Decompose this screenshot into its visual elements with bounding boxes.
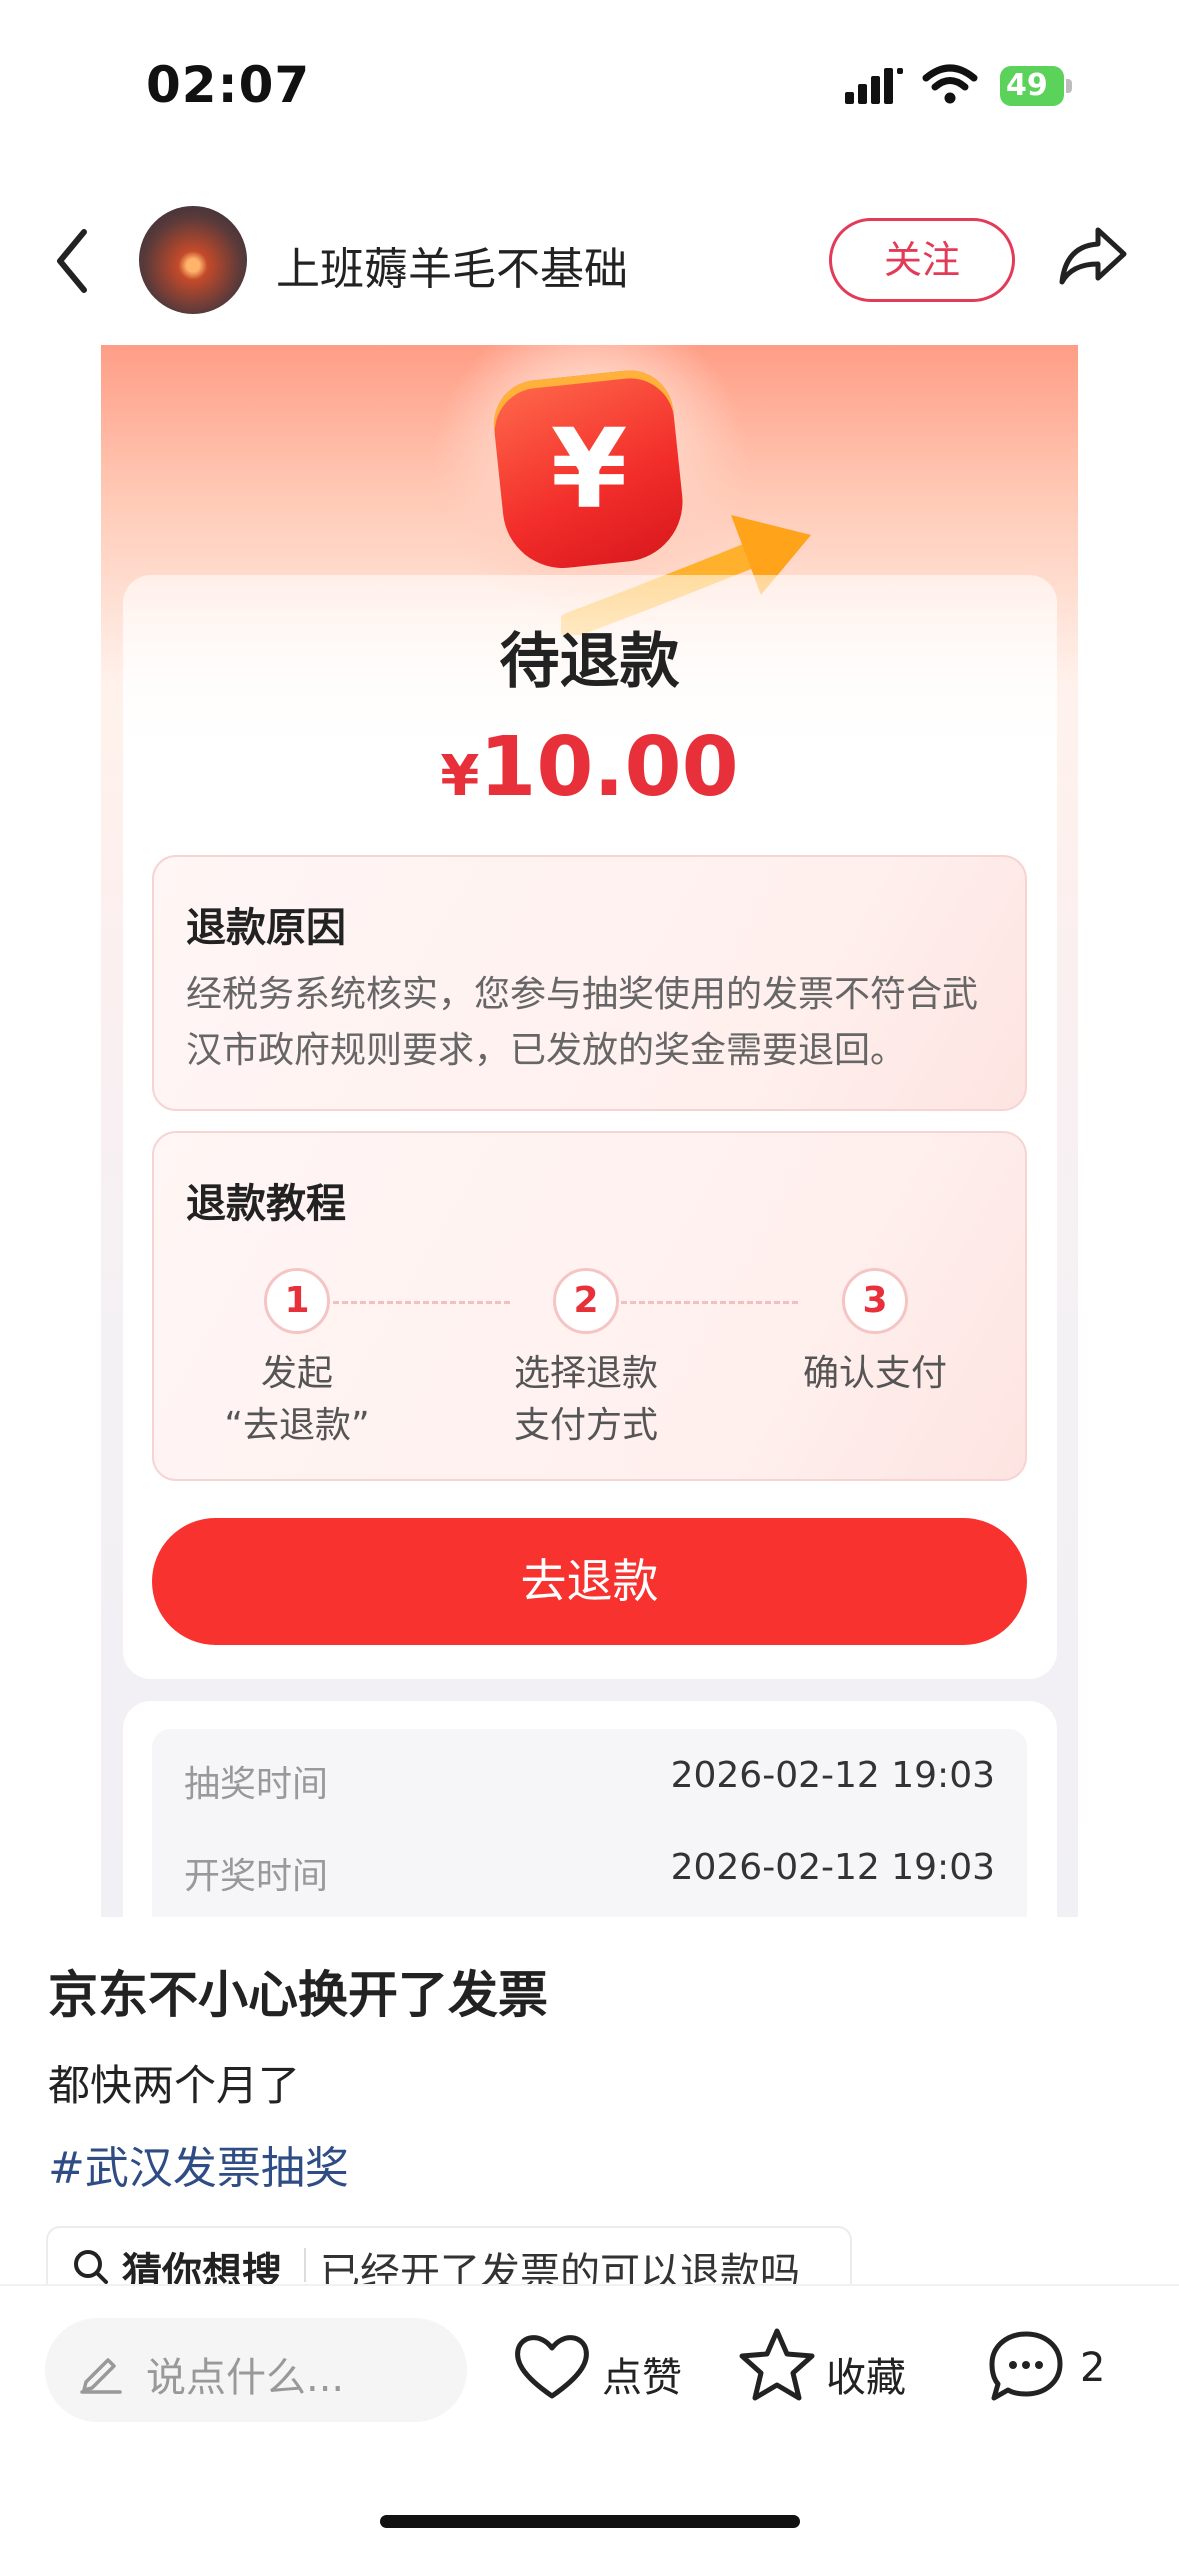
- step-2-line1: 选择退款: [513, 1353, 658, 1394]
- home-indicator[interactable]: [380, 2515, 800, 2528]
- currency-symbol: ¥: [440, 744, 480, 809]
- step-3-label: 确认支付: [760, 1348, 990, 1400]
- comment-count[interactable]: 2: [1080, 2345, 1105, 2391]
- post-title: 京东不小心换开了发票: [48, 1966, 548, 2024]
- announce-time-label: 开奖时间: [184, 1856, 329, 1897]
- hashtag-link[interactable]: #武汉发票抽奖: [48, 2132, 349, 2196]
- back-arrow-icon[interactable]: [52, 228, 92, 294]
- refund-tutorial-box: 退款教程 1 2 3 发起 “去退款” 选择退款 支付方式 确认支付: [152, 1131, 1027, 1481]
- comment-icon[interactable]: [986, 2328, 1066, 2404]
- step-connector: [306, 1301, 510, 1304]
- author-name[interactable]: 上班薅羊毛不基础: [276, 233, 628, 297]
- step-3-circle: 3: [842, 1268, 908, 1334]
- refund-reason-line: 汉市政府规则要求，已发放的奖金需要退回。: [186, 1030, 907, 1071]
- post-body: 都快两个月了: [48, 2061, 301, 2110]
- search-icon: [74, 2250, 108, 2284]
- suggest-divider: [304, 2248, 306, 2282]
- comment-placeholder[interactable]: 说点什么...: [146, 2345, 344, 2403]
- status-time: 02:07: [146, 56, 311, 114]
- avatar[interactable]: [139, 206, 247, 314]
- star-icon[interactable]: [737, 2326, 817, 2404]
- step-1-label: 发起 “去退款”: [182, 1348, 412, 1452]
- lottery-info-box: 抽奖时间 2026-02-12 19:03 开奖时间 2026-02-12 19…: [152, 1729, 1027, 1917]
- refund-tutorial-title: 退款教程: [186, 1181, 346, 1227]
- amount-value: 10.00: [479, 720, 739, 815]
- divider: [0, 2284, 1179, 2286]
- step-connector: [594, 1301, 798, 1304]
- step-1-line2: “去退款”: [224, 1405, 370, 1446]
- refund-reason-box: 退款原因 经税务系统核实，您参与抽奖使用的发票不符合武 汉市政府规则要求，已发放…: [152, 855, 1027, 1111]
- pen-icon: [80, 2358, 122, 2394]
- share-icon[interactable]: [1058, 226, 1128, 286]
- refund-amount: ¥10.00: [101, 720, 1078, 815]
- step-2-line2: 支付方式: [513, 1405, 658, 1446]
- refund-status-title: 待退款: [499, 627, 680, 697]
- like-label[interactable]: 点赞: [602, 2345, 682, 2403]
- go-refund-button: 去退款: [152, 1518, 1027, 1645]
- step-1-circle: 1: [264, 1268, 330, 1334]
- post-image[interactable]: ¥ 待退款 ¥10.00 退款原因 经税务系统核实，您参与抽奖使用的发票不符合武…: [101, 345, 1078, 1917]
- refund-reason-line: 经税务系统核实，您参与抽奖使用的发票不符合武: [186, 974, 979, 1015]
- step-2-label: 选择退款 支付方式: [471, 1348, 701, 1452]
- step-3-line1: 确认支付: [802, 1353, 947, 1394]
- battery-tip: [1066, 79, 1072, 93]
- cellular-signal-icon: [845, 68, 903, 104]
- battery-indicator: 49: [1000, 66, 1064, 106]
- draw-time-value: 2026-02-12 19:03: [670, 1755, 995, 1796]
- collect-label[interactable]: 收藏: [826, 2345, 906, 2403]
- step-1-line1: 发起: [260, 1353, 333, 1394]
- heart-icon[interactable]: [512, 2330, 592, 2402]
- wifi-icon: [922, 64, 978, 104]
- follow-button[interactable]: 关注: [829, 218, 1015, 302]
- refund-reason-title: 退款原因: [186, 905, 346, 951]
- draw-time-label: 抽奖时间: [184, 1764, 329, 1805]
- refund-reason-text: 经税务系统核实，您参与抽奖使用的发票不符合武 汉市政府规则要求，已发放的奖金需要…: [186, 967, 996, 1079]
- step-2-circle: 2: [553, 1268, 619, 1334]
- announce-time-value: 2026-02-12 19:03: [670, 1847, 995, 1888]
